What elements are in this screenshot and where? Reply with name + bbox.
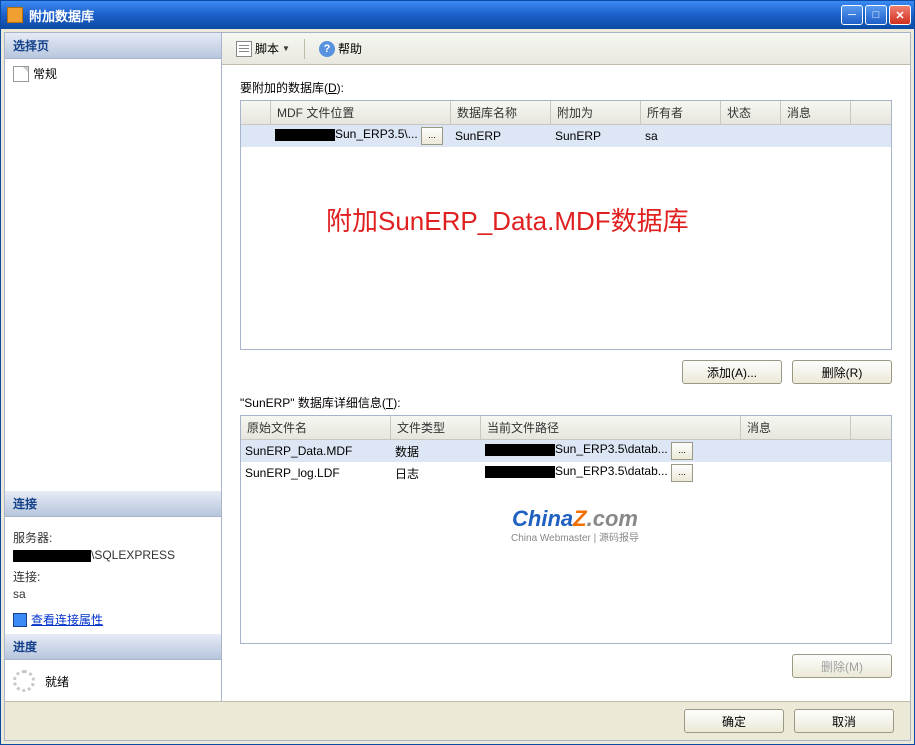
view-connection-link[interactable]: 查看连接属性 xyxy=(31,611,103,628)
ok-button[interactable]: 确定 xyxy=(684,709,784,733)
files-grid[interactable]: 原始文件名 文件类型 当前文件路径 消息 SunERP_Data.MDF 数据 … xyxy=(240,415,892,644)
browse-button[interactable]: ... xyxy=(421,127,443,145)
close-button[interactable]: ✕ xyxy=(889,5,911,25)
select-page-header: 选择页 xyxy=(5,33,221,59)
connection-label: 连接: xyxy=(13,568,213,585)
minimize-button[interactable]: ─ xyxy=(841,5,863,25)
dialog-window: 附加数据库 ─ □ ✕ 选择页 常规 连接 服务器: \SQLEXPRESS xyxy=(0,0,915,745)
col-header[interactable]: 状态 xyxy=(721,101,781,124)
sidebar-item-label: 常规 xyxy=(33,65,57,82)
browse-button[interactable]: ... xyxy=(671,442,693,460)
redacted-path xyxy=(275,129,335,141)
file-path-cell: Sun_ERP3.5\datab... ... xyxy=(481,462,741,484)
col-header[interactable]: 数据库名称 xyxy=(451,101,551,124)
file-name-cell: SunERP_Data.MDF xyxy=(241,442,391,460)
col-header[interactable]: MDF 文件位置 xyxy=(271,101,451,124)
progress-status: 就绪 xyxy=(45,673,69,690)
grid-header-row: MDF 文件位置 数据库名称 附加为 所有者 状态 消息 xyxy=(241,101,891,125)
sidebar-item-general[interactable]: 常规 xyxy=(13,63,213,84)
server-label: 服务器: xyxy=(13,529,213,546)
script-icon xyxy=(236,41,252,57)
table-row[interactable]: Sun_ERP3.5\... ... SunERP SunERP sa xyxy=(241,125,891,147)
col-header[interactable]: 附加为 xyxy=(551,101,641,124)
connection-value: sa xyxy=(13,587,213,601)
chevron-down-icon: ▼ xyxy=(282,44,290,53)
owner-cell: sa xyxy=(641,127,721,145)
sidebar: 选择页 常规 连接 服务器: \SQLEXPRESS 连接: sa 查看连接属性 xyxy=(5,33,222,702)
remove-button[interactable]: 删除(R) xyxy=(792,360,892,384)
col-header[interactable]: 原始文件名 xyxy=(241,416,391,439)
col-header[interactable] xyxy=(241,101,271,124)
col-header[interactable]: 消息 xyxy=(781,101,851,124)
redacted-server xyxy=(13,550,91,562)
script-button[interactable]: 脚本 ▼ xyxy=(230,38,296,59)
watermark: ChinaZ.com China Webmaster | 源码报导 xyxy=(511,506,639,544)
progress-header: 进度 xyxy=(5,634,221,660)
maximize-button[interactable]: □ xyxy=(865,5,887,25)
col-header[interactable]: 所有者 xyxy=(641,101,721,124)
server-value: \SQLEXPRESS xyxy=(13,548,213,562)
databases-grid[interactable]: MDF 文件位置 数据库名称 附加为 所有者 状态 消息 Sun_ERP3.5\… xyxy=(240,100,892,350)
script-label: 脚本 xyxy=(255,40,279,57)
window-title: 附加数据库 xyxy=(29,6,841,25)
mdf-location-cell: Sun_ERP3.5\... ... xyxy=(271,125,451,147)
connection-header: 连接 xyxy=(5,491,221,517)
remove-file-button[interactable]: 删除(M) xyxy=(792,654,892,678)
file-type-cell: 日志 xyxy=(391,463,481,484)
help-label: 帮助 xyxy=(338,40,362,57)
details-label: "SunERP" 数据库详细信息(T): xyxy=(240,394,892,411)
dialog-footer: 确定 取消 xyxy=(4,701,911,741)
col-header[interactable]: 消息 xyxy=(741,416,851,439)
properties-icon xyxy=(13,613,27,627)
help-button[interactable]: ? 帮助 xyxy=(313,38,368,59)
titlebar[interactable]: 附加数据库 ─ □ ✕ xyxy=(1,1,914,29)
file-name-cell: SunERP_log.LDF xyxy=(241,464,391,482)
view-connection-props[interactable]: 查看连接属性 xyxy=(13,611,213,628)
col-header[interactable]: 当前文件路径 xyxy=(481,416,741,439)
redacted-path xyxy=(485,466,555,478)
file-type-cell: 数据 xyxy=(391,441,481,462)
col-header[interactable]: 文件类型 xyxy=(391,416,481,439)
app-icon xyxy=(7,7,23,23)
table-row[interactable]: SunERP_log.LDF 日志 Sun_ERP3.5\datab... ..… xyxy=(241,462,891,484)
table-row[interactable]: SunERP_Data.MDF 数据 Sun_ERP3.5\datab... .… xyxy=(241,440,891,462)
help-icon: ? xyxy=(319,41,335,57)
page-icon xyxy=(13,66,29,82)
annotation-overlay: 附加SunERP_Data.MDF数据库 xyxy=(326,201,689,238)
attach-as-cell: SunERP xyxy=(551,127,641,145)
redacted-path xyxy=(485,444,555,456)
toolbar-separator xyxy=(304,39,305,59)
toolbar: 脚本 ▼ ? 帮助 xyxy=(222,33,910,65)
file-path-cell: Sun_ERP3.5\datab... ... xyxy=(481,440,741,462)
grid-header-row: 原始文件名 文件类型 当前文件路径 消息 xyxy=(241,416,891,440)
browse-button[interactable]: ... xyxy=(671,464,693,482)
dbname-cell: SunERP xyxy=(451,127,551,145)
spinner-icon xyxy=(13,670,35,692)
add-button[interactable]: 添加(A)... xyxy=(682,360,782,384)
cancel-button[interactable]: 取消 xyxy=(794,709,894,733)
attach-databases-label: 要附加的数据库(D): xyxy=(240,79,892,96)
main-panel: 脚本 ▼ ? 帮助 要附加的数据库(D): MDF 文件位置 数据库 xyxy=(222,33,910,702)
